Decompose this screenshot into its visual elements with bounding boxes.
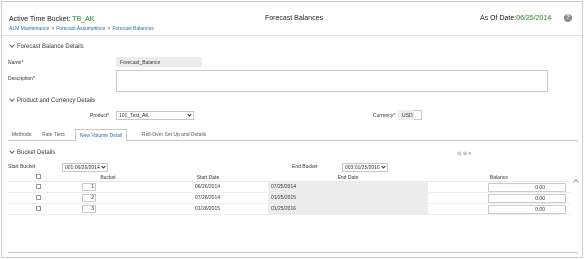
bucket-details-label: Bucket Details	[17, 150, 56, 156]
row-select-cell	[8, 181, 68, 193]
tab-roll-over-set-up-and-details[interactable]: Roll-Over Set Up and Details	[138, 129, 210, 141]
required-mark: *	[21, 60, 24, 66]
name-field: Forecast_Balance	[116, 57, 202, 67]
currency-label: Currency*	[373, 113, 395, 119]
tab-bar: Methods Rate Tiers New Volume Detail Rol…	[8, 129, 578, 142]
row-select-cell	[8, 192, 68, 204]
row-checkbox[interactable]	[35, 183, 41, 189]
end-date-cell: 01/25/2015	[268, 192, 428, 204]
balance-input[interactable]: 0.00	[488, 204, 566, 214]
page-title: Forecast Balances	[265, 15, 323, 22]
row-select-cell	[8, 203, 68, 215]
start-date-cell: 07/26/2014	[148, 192, 268, 204]
table-row[interactable]: 1 06/26/2014 07/25/2014 0.00	[8, 181, 570, 193]
balance-input[interactable]: 0.00	[488, 193, 566, 203]
description-label-text: Description	[8, 76, 34, 82]
required-mark: *	[107, 113, 110, 119]
end-bucket-label: End Bucket	[292, 164, 318, 170]
balance-input[interactable]: 0.00	[488, 182, 566, 192]
bucket-details-header[interactable]: Bucket Details	[8, 148, 578, 161]
start-bucket-select[interactable]: 001:06/26/2014	[62, 163, 108, 172]
tab-methods[interactable]: Methods	[8, 129, 35, 141]
bucket-cell: 2	[68, 192, 148, 204]
column-header-end-date[interactable]: End Date	[268, 174, 428, 182]
help-icon[interactable]: ?	[564, 14, 572, 22]
product-currency-details-label: Product and Currency Details	[17, 98, 96, 104]
bucket-number: 2	[82, 194, 96, 202]
bucket-number: 1	[82, 183, 96, 191]
active-time-bucket: Active Time Bucket: TB_AK	[9, 16, 94, 23]
window-frame: Active Time Bucket: TB_AK ALM Maintenanc…	[1, 1, 583, 258]
as-of-date: As Of Date:06/25/2014	[480, 15, 551, 22]
column-header-balance[interactable]: Balance	[428, 174, 570, 182]
page-header: Active Time Bucket: TB_AK ALM Maintenanc…	[2, 2, 582, 36]
table-row[interactable]: 2 07/26/2014 01/25/2015 0.00	[8, 192, 570, 204]
balance-cell: 0.00	[428, 203, 570, 215]
scroll-up-icon[interactable]	[573, 179, 579, 185]
required-mark: *	[393, 113, 396, 119]
balance-cell: 0.00	[428, 192, 570, 204]
bucket-cell: 1	[68, 181, 148, 193]
table-row[interactable]: 3 01/26/2015 01/25/2016 0.00	[8, 203, 570, 215]
chevron-down-icon	[187, 112, 192, 117]
as-of-date-value: 06/25/2014	[516, 15, 552, 22]
breadcrumb-alm-maintenance[interactable]: ALM Maintenance	[9, 26, 49, 32]
balance-cell: 0.00	[428, 181, 570, 193]
description-label: Description*	[8, 76, 35, 82]
name-label: Name*	[8, 60, 23, 66]
currency-label-text: Currency	[373, 113, 394, 119]
tab-new-volume-detail[interactable]: New Volume Detail	[75, 129, 128, 142]
currency-field: USD	[398, 110, 414, 120]
row-checkbox[interactable]	[35, 194, 41, 200]
select-all-cell	[8, 174, 68, 182]
start-date-cell: 01/26/2015	[148, 203, 268, 215]
collapse-chevron-icon[interactable]	[9, 96, 15, 102]
bucket-grid: Bucket Start Date End Date Balance 1 06/…	[8, 174, 570, 215]
product-label: Product*	[90, 113, 109, 119]
bucket-cell: 3	[68, 203, 148, 215]
collapse-chevron-icon[interactable]	[9, 42, 15, 48]
forecast-balance-details-label: Forecast Balance Details	[17, 44, 84, 50]
product-label-text: Product	[90, 113, 108, 119]
bucket-number: 3	[82, 205, 96, 213]
tab-rate-tiers[interactable]: Rate Tiers	[38, 129, 69, 141]
row-checkbox[interactable]	[35, 205, 41, 211]
product-currency-details-header[interactable]: Product and Currency Details	[8, 96, 578, 109]
forecast-balance-details-header[interactable]: Forecast Balance Details	[8, 42, 578, 55]
start-date-cell: 06/26/2014	[148, 181, 268, 193]
end-date-cell: 07/25/2014	[268, 181, 428, 193]
active-time-bucket-value: TB_AK	[72, 16, 95, 23]
name-label-text: Name	[8, 60, 22, 66]
grid-header-row: Bucket Start Date End Date Balance	[8, 174, 570, 182]
description-field[interactable]	[116, 70, 548, 92]
breadcrumb-forecast-balances[interactable]: Forecast Balances	[112, 26, 153, 32]
divider	[8, 252, 578, 253]
active-time-bucket-label: Active Time Bucket:	[9, 16, 73, 23]
column-header-bucket[interactable]: Bucket	[68, 174, 148, 182]
product-select[interactable]: 101_Test_AK	[116, 111, 194, 120]
end-bucket-value: 003:01/25/2016	[345, 165, 380, 171]
product-select-value: 101_Test_AK	[119, 113, 149, 119]
breadcrumb-forecast-assumptions[interactable]: Forecast Assumptions	[56, 26, 105, 32]
start-bucket-label: Start Bucket	[8, 164, 36, 170]
as-of-date-label: As Of Date:	[480, 15, 517, 22]
end-date-cell: 01/25/2016	[268, 203, 428, 215]
grid-tools[interactable]: ⚙ ⊕ ▾	[457, 151, 471, 157]
required-mark: *	[33, 76, 35, 82]
chevron-down-icon	[101, 164, 106, 169]
chevron-down-icon	[381, 164, 386, 169]
breadcrumb: ALM Maintenance > Forecast Assumptions > For…	[9, 26, 154, 32]
end-bucket-select[interactable]: 003:01/25/2016	[342, 163, 388, 172]
currency-lookup[interactable]	[414, 110, 422, 120]
start-bucket-value: 001:06/26/2014	[65, 165, 100, 171]
column-header-start-date[interactable]: Start Date	[148, 174, 268, 182]
select-all-checkbox[interactable]	[35, 174, 41, 179]
collapse-chevron-icon[interactable]	[9, 148, 15, 154]
